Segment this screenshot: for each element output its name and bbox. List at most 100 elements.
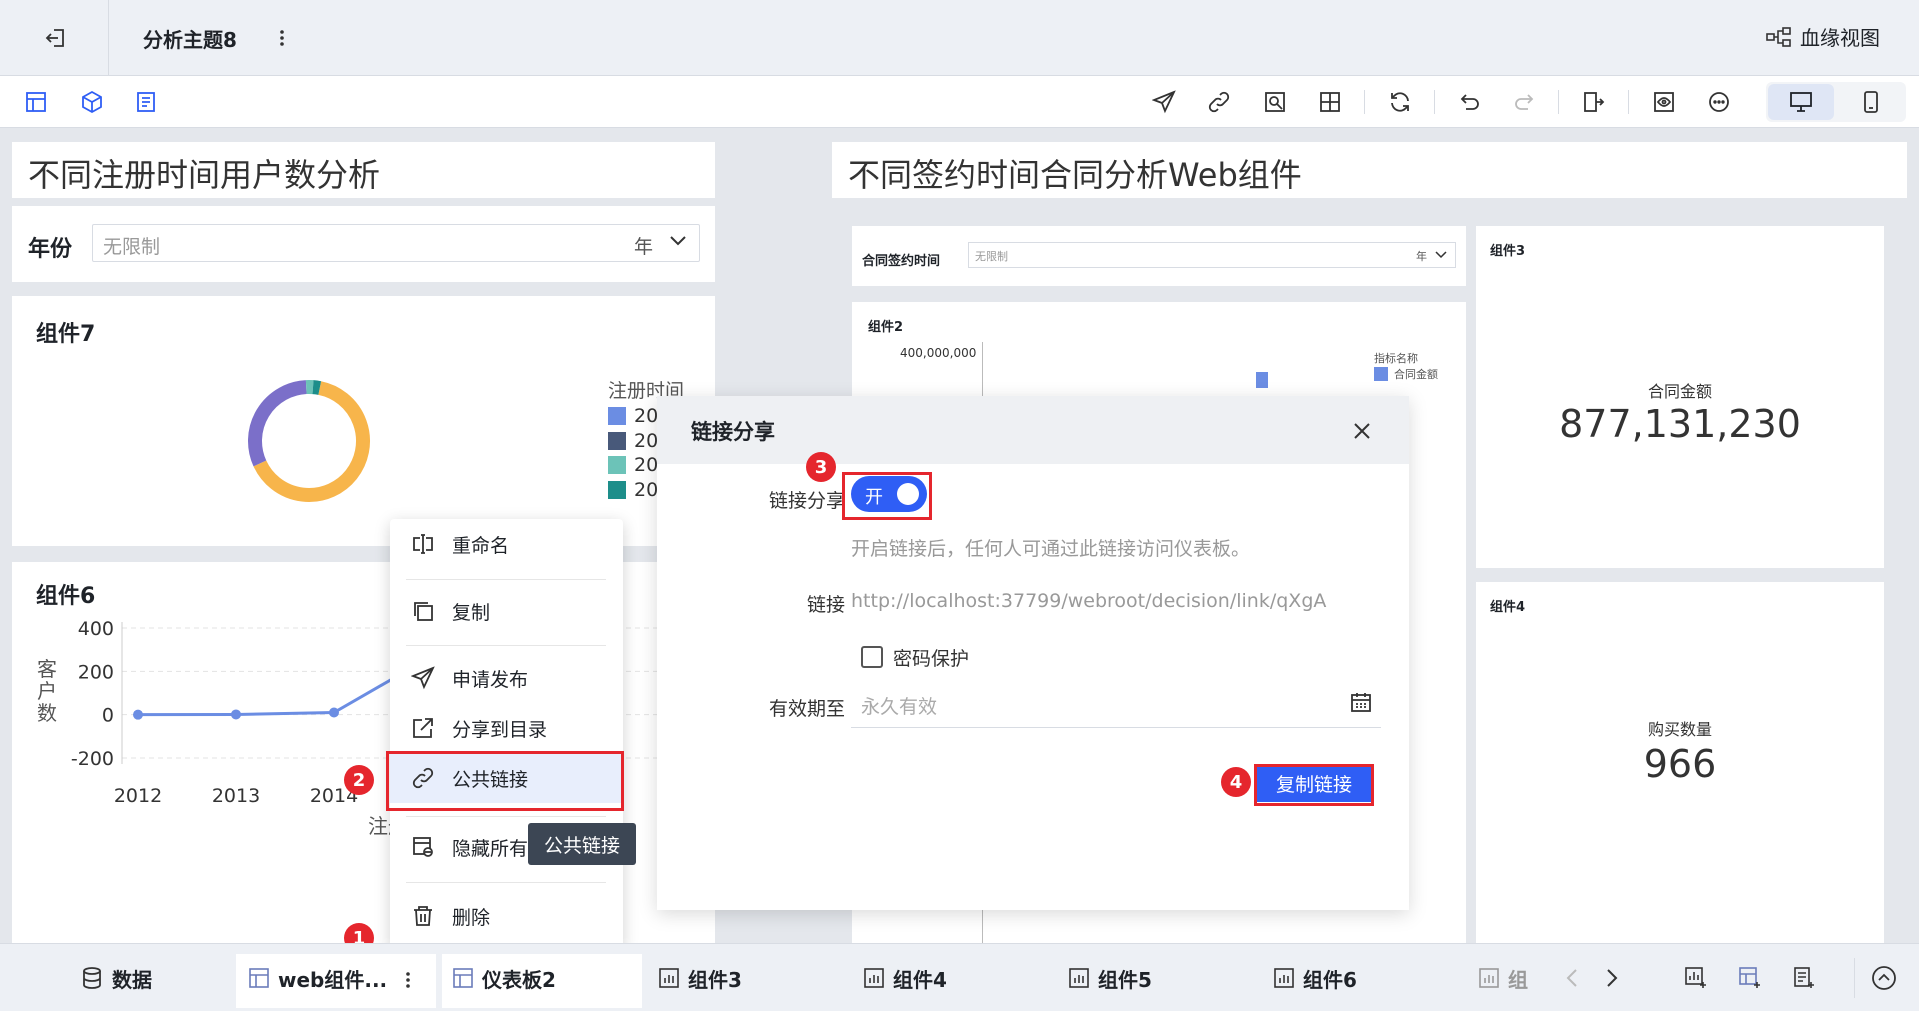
divider [1628,90,1629,114]
bar-chart-icon [863,967,885,989]
year-select[interactable]: 无限制 年 [92,224,700,262]
undo-icon[interactable] [1456,88,1484,116]
lineage-label: 血缘视图 [1800,26,1880,50]
chevron-down-icon [669,235,687,247]
add-text-icon[interactable] [133,88,161,116]
legend-swatch [608,456,626,475]
divider [406,645,606,646]
desktop-icon[interactable] [1768,84,1834,120]
link-icon[interactable] [1205,88,1233,116]
menu-item-label: 申请发布 [452,668,529,691]
add-chart-icon[interactable] [1682,964,1710,992]
menu-item-publish[interactable]: 申请发布 [390,653,623,703]
export-icon[interactable] [1580,88,1608,116]
divider [406,882,606,883]
database-icon [80,966,104,990]
preview-icon[interactable] [1261,88,1289,116]
divider [108,0,109,76]
legend-label: 20 [634,405,659,428]
bar-chart-icon [658,967,680,989]
exit-icon[interactable] [40,22,72,54]
tab-data[interactable]: 数据 [80,944,152,1011]
highlight-box [386,751,624,811]
chevron-right-icon[interactable] [1600,966,1624,990]
lineage-view-button[interactable]: 血缘视图 [1766,22,1880,51]
x-tick-label: 2012 [114,785,162,807]
add-dashboard-icon[interactable] [1736,964,1764,992]
select-unit: 年 [633,236,653,258]
divider [1854,958,1855,998]
link-label: 链接 [806,594,845,616]
year-filter: 年份 无限制 年 [12,206,715,282]
tab-component6[interactable]: 组件6 [1273,944,1357,1011]
component-title: 组件6 [36,584,96,609]
password-checkbox[interactable] [861,646,883,668]
legend: 20 20 20 20 [608,404,658,502]
menu-item-copy[interactable]: 复制 [390,586,623,636]
contract-time-filter: 合同签约时间 无限制 年 [852,226,1466,286]
contract-time-select[interactable]: 无限制 年 [968,242,1456,268]
menu-item-label: 分享到目录 [452,718,548,741]
legend-label: 20 [634,429,659,452]
kpi-label: 合同金额 [1647,382,1712,401]
refresh-icon[interactable] [1386,88,1414,116]
tab-dashboard2[interactable]: 仪表板2 [452,944,556,1011]
more-icon[interactable] [1705,88,1733,116]
divider [1434,90,1435,114]
more-vertical-icon[interactable] [396,964,420,996]
chevron-left-icon[interactable] [1560,966,1584,990]
redo-icon[interactable] [1510,88,1538,116]
legend-item: 20 [608,404,658,429]
menu-item-rename[interactable]: 重命名 [390,519,623,569]
legend-item: 20 [608,429,658,454]
top-bar: 分析主题8 血缘视图 [0,0,1919,76]
data-point [329,707,339,718]
legend-title: 指标名称 [1374,352,1418,365]
menu-item-label: 删除 [452,906,491,929]
bar-chart-icon [1478,967,1500,989]
y-tick-label: 200 [78,661,114,683]
dashboard-icon [452,967,474,989]
tab-component5[interactable]: 组件5 [1068,944,1152,1011]
tab-web-component[interactable]: web组件... [248,944,387,1011]
tab-component4[interactable]: 组件4 [863,944,947,1011]
expiry-input[interactable]: 永久有效 [851,678,1381,728]
layout-icon[interactable] [1316,88,1344,116]
select-unit: 年 [1416,250,1427,263]
donut-chart [248,380,370,502]
tab-label: 数据 [112,967,152,992]
tab-component-partial[interactable]: 组 [1478,944,1528,1011]
add-component-icon[interactable] [22,88,50,116]
left-widget-header: 不同注册时间用户数分析 [12,142,715,198]
right-widget-header: 不同签约时间合同分析Web组件 [832,142,1907,198]
divider [1364,90,1365,114]
collapse-up-icon[interactable] [1870,964,1898,992]
step-badge: 3 [806,452,836,482]
menu-item-delete[interactable]: 删除 [390,891,623,941]
mobile-icon[interactable] [1838,84,1904,120]
menu-item-label: 复制 [452,601,491,624]
more-vertical-icon[interactable] [270,22,294,54]
tab-label: 组 [1508,967,1528,992]
menu-item-share-to-directory[interactable]: 分享到目录 [390,703,623,753]
link-value[interactable]: http://localhost:37799/webroot/decision/… [851,590,1326,612]
send-icon[interactable] [1150,88,1178,116]
tab-component3[interactable]: 组件3 [658,944,742,1011]
kpi-label: 购买数量 [1647,720,1712,739]
close-icon[interactable] [1349,418,1375,444]
dashboard-icon [248,967,270,989]
add-cube-icon[interactable] [78,88,106,116]
view-icon[interactable] [1650,88,1678,116]
component-title: 组件4 [1490,600,1526,615]
bar [1256,372,1268,388]
expiry-label: 有效期至 [768,698,845,720]
tab-label: 仪表板2 [482,967,556,992]
filter-label: 年份 [28,237,73,262]
step-badge: 2 [344,765,374,795]
send-icon [410,665,436,691]
add-report-icon[interactable] [1790,964,1818,992]
calendar-icon[interactable] [1349,690,1373,714]
hide-icon [410,834,436,860]
share-hint: 开启链接后，任何人可通过此链接访问仪表板。 [851,538,1251,560]
filter-label: 合同签约时间 [862,254,941,269]
